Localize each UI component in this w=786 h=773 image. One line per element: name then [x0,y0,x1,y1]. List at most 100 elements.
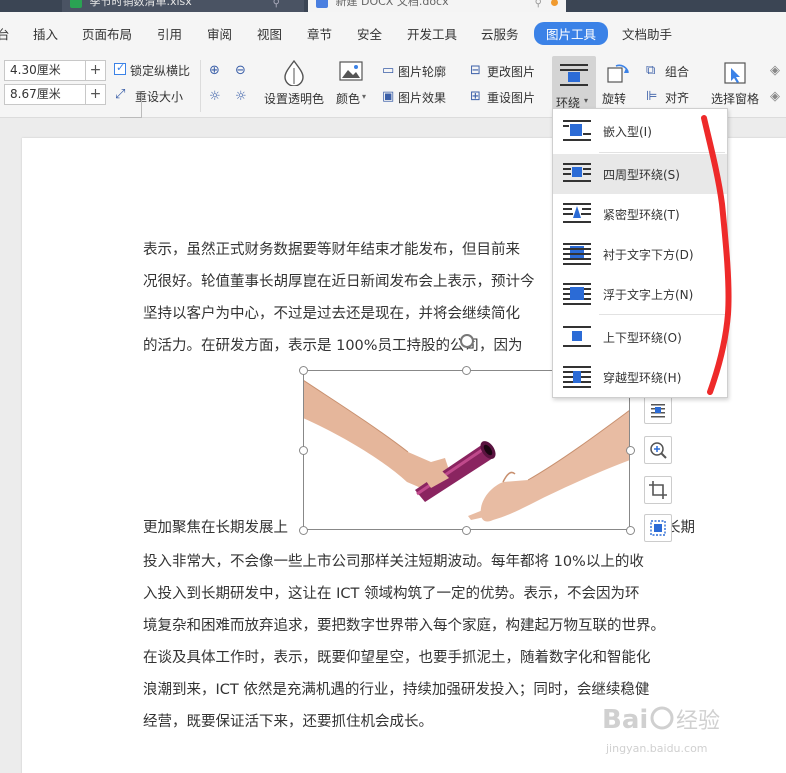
width-field[interactable]: 4.30厘米 + [4,60,106,81]
menu-item-partial[interactable]: 台 [0,24,10,43]
rotate-icon[interactable] [606,60,632,84]
reset-picture-icon[interactable]: ⊞ [470,90,481,103]
align-icon[interactable]: ⊫ [646,90,657,103]
wrap-option-label: 四周型环绕(S) [603,168,680,182]
menu-item-picture-tools[interactable]: 图片工具 [534,22,609,45]
brightness-down-icon[interactable]: ☼ [235,90,247,103]
brightness-up-icon[interactable]: ☼ [209,90,221,103]
menu-item-dev-tools[interactable]: 开发工具 [407,24,457,43]
doc-line: 入投入到长期研发中，这让在 ICT 领域构筑了一定的优势。表示，不会因为环 [143,586,640,602]
wrap-button[interactable]: 环绕 ▾ [552,56,596,112]
wrap-option-label: 紧密型环绕(T) [603,208,680,222]
pin-icon[interactable]: ⚲ [535,0,542,12]
crop-button[interactable] [644,476,672,504]
menu-item-cloud[interactable]: 云服务 [481,24,519,43]
rotate-label[interactable]: 旋转 [602,90,626,107]
svg-text:jingyan.baidu.com: jingyan.baidu.com [605,742,708,755]
reset-size-label[interactable]: 重设大小 [135,88,183,105]
picture-effect-icon[interactable]: ▣ [382,90,394,103]
menu-item-insert[interactable]: 插入 [33,24,58,43]
wrap-inline-icon [563,120,591,141]
svg-text:经验: 经验 [676,709,720,734]
wrap-tight-icon [563,203,591,223]
menu-item-section[interactable]: 章节 [307,24,332,43]
doc-line: 境复杂和困难而放弃追求，要把数字世界带入每个家庭，构建起万物互联的世界。 [143,618,665,634]
layout-options-icon [651,404,665,418]
ribbon-separator [200,60,201,112]
tab-doc-file[interactable]: 新建 DOCX 文档.docx ⚲ [308,0,566,12]
margin-corner-mark [120,94,142,118]
wrap-icon [560,64,588,86]
picture-outline-label[interactable]: 图片轮廓 [398,63,446,80]
baidu-jingyan-watermark: Bai 经验 jingyan.baidu.com [602,705,720,755]
menu-item-review[interactable]: 审阅 [207,24,232,43]
selection-pane-icon[interactable] [722,60,748,86]
crop-remove-icon[interactable]: ⊖ [235,64,246,77]
menu-item-doc-assistant[interactable]: 文档助手 [622,24,672,43]
resize-handle[interactable] [626,446,635,455]
transparent-color-label[interactable]: 设置透明色 [264,90,324,107]
height-field[interactable]: 8.67厘米 + [4,84,106,105]
resize-handle[interactable] [299,446,308,455]
wrap-dropdown-arrow-icon: ▾ [584,96,589,105]
resize-handle[interactable] [462,526,471,535]
menu-item-references[interactable]: 引用 [157,24,182,43]
picture-format-icon [650,520,666,536]
change-picture-label[interactable]: 更改图片 [487,63,535,80]
group-label[interactable]: 组合 [665,63,689,80]
transparent-color-icon[interactable] [282,58,306,86]
title-tab-bar: 季节时销数清单.xlsx ⚲ 新建 DOCX 文档.docx ⚲ [0,0,786,12]
change-picture-icon[interactable]: ⊟ [470,64,481,77]
lock-ratio-checkbox[interactable] [114,61,126,75]
doc-line: 浪潮到来，ICT 依然是充满机遇的行业，持续加强研发投入；同时，会继续稳健 [143,682,650,698]
selection-pane-label[interactable]: 选择窗格 [711,90,759,107]
align-label[interactable]: 对齐 [665,89,689,106]
height-value: 8.67厘米 [10,87,61,101]
width-value: 4.30厘米 [10,63,61,77]
resize-handle[interactable] [626,526,635,535]
color-label[interactable]: 颜色 [336,90,360,107]
tab-doc-label: 新建 DOCX 文档.docx [335,0,449,8]
excel-file-icon [70,0,82,8]
resize-handle[interactable] [299,526,308,535]
rotate-handle-icon[interactable] [460,334,474,348]
doc-file-icon [316,0,328,8]
doc-line: 在谈及具体工作时，表示，既要仰望星空，也要手抓泥土，随着数字化和智能化 [143,650,651,666]
reset-picture-label[interactable]: 重设图片 [487,89,535,106]
red-annotation-scribble [701,115,732,395]
doc-line: 投入非常大，不会像一些上市公司那样关注短期波动。每年都将 10%以上的收 [143,554,644,570]
tab-excel-file[interactable]: 季节时销数清单.xlsx ⚲ [62,0,304,12]
menu-item-page-layout[interactable]: 页面布局 [82,24,132,43]
tab-excel-label: 季节时销数清单.xlsx [89,0,192,8]
picture-effect-label[interactable]: 图片效果 [398,89,446,106]
doc-line: 经营，既要保证活下来，还要抓住机会成长。 [143,714,433,730]
resize-handle[interactable] [299,366,308,375]
unsaved-dot-icon [551,0,558,6]
height-increase-button[interactable]: + [85,85,105,104]
color-picture-icon[interactable] [338,60,364,84]
crop-add-icon[interactable]: ⊕ [209,64,220,77]
zoom-picture-button[interactable] [644,436,672,464]
wrap-option-label: 浮于文字上方(N) [603,288,694,302]
svg-text:Bai: Bai [602,705,648,735]
picture-format-button[interactable] [644,514,672,542]
picture-outline-icon[interactable]: ▭ [382,64,394,77]
menu-item-security[interactable]: 安全 [357,24,382,43]
width-increase-button[interactable]: + [85,61,105,80]
pin-icon[interactable]: ⚲ [273,0,280,12]
wrap-option-label: 上下型环绕(O) [603,331,682,345]
lock-ratio-label: 锁定纵横比 [130,64,191,78]
doc-line: 表示，虽然正式财务数据要等财年结束才能发布，但目前来 [143,242,520,258]
zoom-in-icon [650,442,667,459]
layer-icon[interactable]: ◈ [770,64,780,77]
layout-options-button[interactable] [644,396,672,424]
doc-line: 况很好。轮值董事长胡厚崑在近日新闻发布会上表示，预计今 [143,274,535,290]
color-dropdown-arrow-icon[interactable]: ▾ [362,92,366,101]
group-icon[interactable]: ⧉ [646,64,655,77]
menu-item-view[interactable]: 视图 [257,24,282,43]
wrap-through-icon [563,366,591,388]
wrap-option-label: 嵌入型(I) [603,125,652,139]
layer-icon[interactable]: ◈ [770,90,780,103]
resize-handle[interactable] [462,366,471,375]
wrap-square-icon [563,163,591,182]
